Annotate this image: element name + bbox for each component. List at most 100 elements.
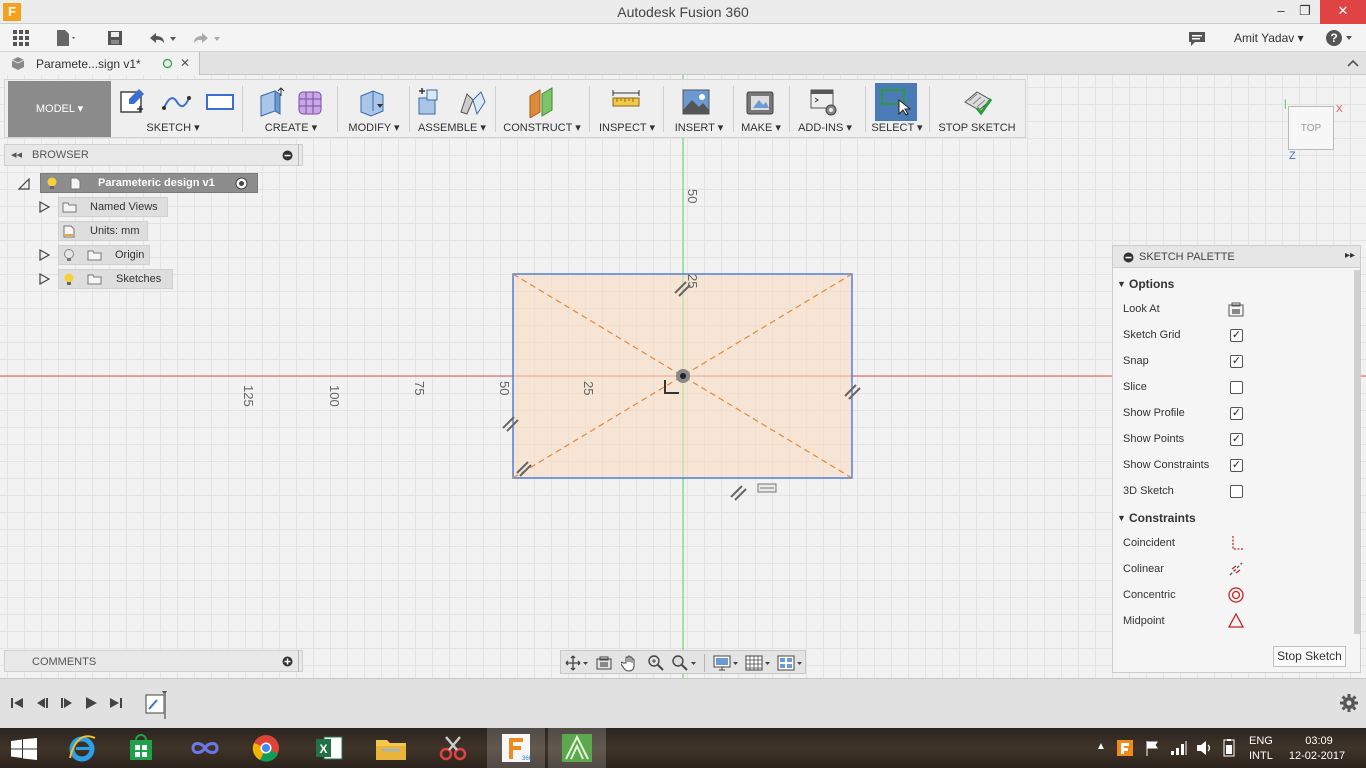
volume-icon[interactable] <box>1196 740 1212 756</box>
construct-menu[interactable]: CONSTRUCT ▾ <box>501 121 583 134</box>
concentric-icon[interactable] <box>1227 586 1245 604</box>
stop-sketch-group[interactable]: STOP SKETCH <box>933 80 1021 137</box>
options-section-header[interactable]: Options <box>1129 277 1174 291</box>
colinear-icon[interactable] <box>1227 560 1245 578</box>
step-back-icon[interactable] <box>34 695 50 711</box>
taskbar-file-explorer[interactable] <box>362 728 420 768</box>
offset-plane-icon[interactable] <box>527 86 557 118</box>
go-to-end-icon[interactable] <box>108 695 124 711</box>
step-forward-icon[interactable] <box>59 695 75 711</box>
show-hidden-icons-icon[interactable]: ▲ <box>1096 741 1106 752</box>
taskbar-green-app[interactable] <box>548 728 606 768</box>
show-points-checkbox[interactable]: ✓ <box>1230 433 1243 446</box>
keyboard-layout[interactable]: INTL <box>1249 750 1273 762</box>
save-icon[interactable] <box>106 28 124 48</box>
taskbar-store[interactable] <box>112 728 170 768</box>
assemble-group[interactable]: ASSEMBLE ▾ <box>413 80 491 137</box>
browser-root-row[interactable]: Parameteric design v1 <box>18 173 258 193</box>
sketch-grid-checkbox[interactable]: ✓ <box>1230 329 1243 342</box>
insert-group[interactable]: INSERT ▾ <box>667 80 731 137</box>
windows-start-icon[interactable] <box>10 738 38 760</box>
orbit-icon[interactable] <box>565 654 589 672</box>
create-sketch-icon[interactable] <box>117 86 147 118</box>
clock-time[interactable]: 03:09 <box>1290 735 1348 747</box>
modify-group[interactable]: MODIFY ▾ <box>341 80 407 137</box>
inspect-group[interactable]: INSPECT ▾ <box>595 80 659 137</box>
user-menu[interactable]: Amit Yadav ▾ <box>1234 31 1304 45</box>
undo-icon[interactable] <box>144 28 178 48</box>
browser-item-units[interactable]: Units: mm <box>58 221 158 241</box>
sketch-menu[interactable]: SKETCH ▾ <box>113 121 233 134</box>
taskbar-chrome[interactable] <box>238 728 296 768</box>
expand-palette-icon[interactable]: ▸▸ <box>1345 250 1355 261</box>
collapse-browser-icon[interactable]: ◂◂ <box>11 148 22 161</box>
fit-zoom-icon[interactable] <box>671 654 699 672</box>
taskbar-infinity-app[interactable] <box>176 728 234 768</box>
lightbulb-off-icon[interactable] <box>63 249 75 262</box>
constraints-expanded-arrow-icon[interactable]: ▼ <box>1117 513 1126 523</box>
new-component-icon[interactable] <box>415 86 445 118</box>
show-profile-checkbox[interactable]: ✓ <box>1230 407 1243 420</box>
collapsed-arrow-icon[interactable] <box>38 249 50 261</box>
document-tab[interactable]: Paramete...sign v1* ✕ <box>0 52 200 75</box>
view-cube[interactable]: TOP <box>1288 106 1334 150</box>
sketch-palette-header[interactable]: SKETCH PALETTE ▸▸ <box>1113 246 1360 268</box>
timeline-sketch-feature-icon[interactable] <box>145 689 171 719</box>
add-ins-group[interactable]: ADD-INS ▾ <box>793 80 857 137</box>
show-constraints-checkbox[interactable]: ✓ <box>1230 459 1243 472</box>
snap-checkbox[interactable]: ✓ <box>1230 355 1243 368</box>
minus-icon[interactable] <box>282 150 293 161</box>
taskbar-snipping-tool[interactable] <box>424 728 482 768</box>
units-node[interactable]: Units: mm <box>58 221 148 241</box>
slice-checkbox[interactable] <box>1230 381 1243 394</box>
gear-icon[interactable] <box>1339 693 1359 713</box>
lightbulb-icon[interactable] <box>63 273 75 286</box>
stop-sketch-button[interactable]: STOP SKETCH <box>933 122 1021 134</box>
collapsed-arrow-icon[interactable] <box>38 201 50 213</box>
close-tab-button[interactable]: ✕ <box>180 56 190 70</box>
tray-app-icon[interactable] <box>1117 740 1133 756</box>
taskbar-fusion-360[interactable]: 360 <box>487 728 545 768</box>
select-icon[interactable] <box>881 86 911 118</box>
browser-item-sketches[interactable]: Sketches <box>38 269 178 289</box>
zoom-icon[interactable] <box>647 654 665 672</box>
browser-panel-header[interactable]: ◂◂ BROWSER <box>4 144 303 166</box>
measure-icon[interactable] <box>611 86 641 118</box>
create-group[interactable]: CREATE ▾ <box>249 80 333 137</box>
3d-sketch-checkbox[interactable] <box>1230 485 1243 498</box>
modify-menu[interactable]: MODIFY ▾ <box>341 121 407 134</box>
stop-sketch-icon[interactable] <box>963 86 993 118</box>
signal-icon[interactable] <box>1170 740 1188 756</box>
chevron-up-icon[interactable] <box>1347 58 1359 68</box>
close-window-button[interactable]: ✕ <box>1320 0 1366 24</box>
chat-icon[interactable] <box>1187 28 1207 48</box>
add-ins-menu[interactable]: ADD-INS ▾ <box>793 121 857 134</box>
panel-resize-handle[interactable] <box>298 650 302 672</box>
lightbulb-icon[interactable] <box>46 177 58 190</box>
midpoint-icon[interactable] <box>1227 612 1245 630</box>
make-menu[interactable]: MAKE ▾ <box>737 121 785 134</box>
rectangle-icon[interactable] <box>205 86 235 118</box>
palette-scrollbar[interactable] <box>1354 270 1360 634</box>
constraints-section-header[interactable]: Constraints <box>1129 511 1196 525</box>
maximize-button[interactable]: ❐ <box>1290 0 1320 24</box>
select-group[interactable]: SELECT ▾ <box>869 80 925 137</box>
joint-icon[interactable] <box>457 86 487 118</box>
pan-hand-icon[interactable] <box>621 654 639 672</box>
construct-group[interactable]: CONSTRUCT ▾ <box>501 80 583 137</box>
make-group[interactable]: MAKE ▾ <box>737 80 785 137</box>
look-at-icon[interactable] <box>1227 301 1245 319</box>
create-menu[interactable]: CREATE ▾ <box>249 121 333 134</box>
play-icon[interactable] <box>83 695 99 711</box>
sketches-node[interactable]: Sketches <box>58 269 173 289</box>
grid-icon[interactable] <box>12 28 30 48</box>
sketch-group[interactable]: SKETCH ▾ <box>113 80 235 137</box>
help-icon[interactable]: ? <box>1324 28 1356 48</box>
file-icon[interactable] <box>54 28 78 48</box>
browser-item-named-views[interactable]: Named Views <box>38 197 178 217</box>
inspect-menu[interactable]: INSPECT ▾ <box>595 121 659 134</box>
redo-icon[interactable] <box>188 28 222 48</box>
clock-date[interactable]: 12-02-2017 <box>1286 750 1348 762</box>
browser-item-origin[interactable]: Origin <box>38 245 158 265</box>
workspace-switcher[interactable]: MODEL ▾ <box>8 81 111 137</box>
